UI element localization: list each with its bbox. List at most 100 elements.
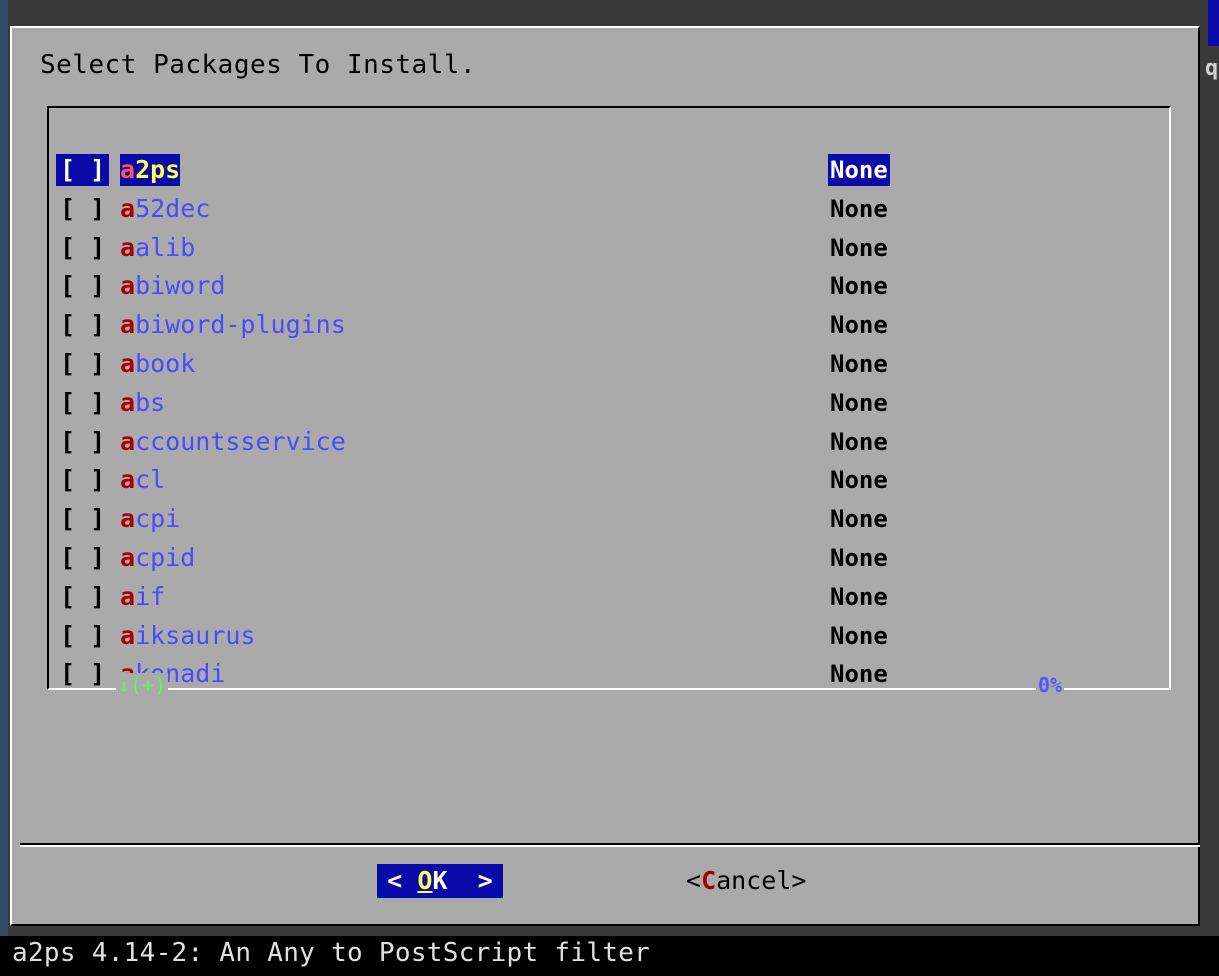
package-row[interactable]: [ ] accountsservice None bbox=[56, 426, 1156, 460]
package-hotkey: a bbox=[120, 387, 136, 417]
ok-right-bracket: > bbox=[447, 866, 493, 895]
package-name[interactable]: abook bbox=[120, 348, 195, 380]
package-status: None bbox=[830, 427, 888, 456]
package-hotkey: a bbox=[120, 465, 136, 495]
package-row[interactable]: [ ] abiword None bbox=[56, 270, 1156, 304]
package-name[interactable]: accountsservice bbox=[120, 426, 346, 458]
package-name[interactable]: aalib bbox=[120, 232, 195, 264]
package-name-rest: cpi bbox=[135, 504, 181, 534]
package-checkbox[interactable]: [ ] bbox=[56, 232, 109, 264]
package-name-rest: book bbox=[135, 349, 196, 378]
package-checkbox[interactable]: [ ] bbox=[56, 193, 109, 225]
package-name-rest: cl bbox=[135, 465, 166, 495]
package-status: None bbox=[830, 582, 888, 611]
package-status: None bbox=[830, 466, 888, 495]
package-name[interactable]: abiword-plugins bbox=[120, 309, 346, 341]
package-name[interactable]: a2ps bbox=[120, 154, 181, 186]
package-hotkey: a bbox=[120, 543, 136, 572]
package-status: None bbox=[830, 311, 888, 340]
package-name-rest: 52dec bbox=[135, 193, 211, 223]
package-hotkey: a bbox=[120, 232, 136, 262]
background-title-strip bbox=[1208, 0, 1219, 46]
cancel-hotkey: C bbox=[701, 866, 717, 895]
ok-label-rest: K bbox=[432, 866, 448, 895]
background-text: q bbox=[1205, 56, 1219, 81]
package-checkbox[interactable]: [ ] bbox=[56, 426, 109, 458]
package-checklist[interactable]: [ ] a2ps None[ ] a52dec None[ ] aalib None[ ] a… bbox=[47, 106, 1171, 690]
package-status: None bbox=[828, 154, 890, 186]
terminal-screen: q Select Packages To Install. [ ] a2ps Non… bbox=[0, 0, 1219, 976]
package-hotkey: a bbox=[120, 426, 136, 456]
package-checkbox[interactable]: [ ] bbox=[56, 658, 109, 690]
package-hotkey: a bbox=[120, 155, 136, 184]
package-name-rest: 2ps bbox=[135, 155, 181, 184]
ok-hotkey: O bbox=[417, 866, 433, 895]
scroll-percent: 0% bbox=[1036, 673, 1065, 697]
package-name[interactable]: aif bbox=[120, 581, 165, 613]
package-row[interactable]: [ ] abiword-plugins None bbox=[56, 309, 1156, 343]
package-status: None bbox=[830, 544, 888, 572]
package-checkbox[interactable]: [ ] bbox=[56, 620, 109, 652]
package-hotkey: a bbox=[120, 271, 136, 301]
package-hotkey: a bbox=[120, 193, 136, 223]
package-name[interactable]: abs bbox=[120, 387, 165, 419]
package-checkbox[interactable]: [ ] bbox=[56, 464, 109, 496]
button-separator bbox=[20, 843, 1200, 847]
package-hotkey: a bbox=[120, 620, 136, 650]
package-row[interactable]: [ ] aif None bbox=[56, 581, 1156, 615]
status-bar: a2ps 4.14-2: An Any to PostScript filter bbox=[0, 936, 1219, 976]
package-row[interactable]: [ ] a2ps None bbox=[56, 154, 1156, 188]
package-name[interactable]: acpi bbox=[120, 503, 180, 535]
scroll-down-indicator[interactable]: ↓(+) bbox=[116, 673, 169, 697]
package-checkbox[interactable]: [ ] bbox=[56, 503, 109, 535]
package-status: None bbox=[830, 194, 888, 223]
package-status: None bbox=[830, 505, 888, 534]
package-name[interactable]: a52dec bbox=[120, 193, 210, 225]
dialog-title: Select Packages To Install. bbox=[40, 50, 477, 80]
package-checkbox[interactable]: [ ] bbox=[56, 581, 109, 613]
package-description: a2ps 4.14-2: An Any to PostScript filter bbox=[12, 938, 651, 968]
package-checkbox[interactable]: [ ] bbox=[56, 348, 109, 380]
package-row[interactable]: [ ] acl None bbox=[56, 464, 1156, 498]
background-edge bbox=[0, 0, 8, 936]
cancel-left-bracket: < bbox=[686, 866, 702, 895]
package-name-rest: biword-plugins bbox=[135, 310, 346, 340]
package-name[interactable]: acpid bbox=[120, 542, 195, 574]
package-name-rest: alib bbox=[135, 232, 196, 262]
package-status: None bbox=[830, 660, 888, 689]
package-status: None bbox=[830, 621, 888, 650]
package-checkbox[interactable]: [ ] bbox=[56, 154, 110, 186]
package-row[interactable]: [ ] aalib None bbox=[56, 232, 1156, 266]
package-name-rest: iksaurus bbox=[135, 620, 256, 650]
package-row[interactable]: [ ]akonadiNone bbox=[56, 658, 1156, 692]
package-checkbox[interactable]: [ ] bbox=[56, 270, 109, 302]
package-name-rest: if bbox=[135, 581, 166, 611]
package-hotkey: a bbox=[120, 310, 136, 340]
cancel-label-rest: ancel bbox=[716, 866, 792, 895]
package-status: None bbox=[830, 388, 888, 417]
package-name-rest: biword bbox=[135, 271, 226, 301]
package-name[interactable]: acl bbox=[120, 464, 165, 496]
package-row[interactable]: [ ] abook None bbox=[56, 348, 1156, 382]
package-name-rest: ccountsservice bbox=[135, 426, 346, 456]
package-name[interactable]: abiword bbox=[120, 270, 225, 302]
package-row[interactable]: [ ] acpid None bbox=[56, 542, 1156, 576]
package-status: None bbox=[830, 233, 888, 262]
package-name-rest: bs bbox=[135, 387, 166, 417]
package-row[interactable]: [ ] abs None bbox=[56, 387, 1156, 421]
package-checkbox[interactable]: [ ] bbox=[56, 309, 109, 341]
package-name[interactable]: aiksaurus bbox=[120, 620, 255, 652]
package-checkbox[interactable]: [ ] bbox=[56, 542, 109, 574]
package-row[interactable]: [ ] a52dec None bbox=[56, 193, 1156, 227]
ok-button[interactable]: < OK > bbox=[377, 864, 503, 898]
cancel-right-bracket: > bbox=[791, 866, 807, 895]
package-row[interactable]: [ ] aiksaurus None bbox=[56, 620, 1156, 654]
package-hotkey: a bbox=[120, 349, 136, 378]
package-name-rest: cpid bbox=[135, 543, 196, 572]
package-status: None bbox=[830, 272, 888, 301]
ok-left-bracket: < bbox=[387, 866, 418, 895]
cancel-button[interactable]: <Cancel> bbox=[686, 864, 806, 898]
package-row[interactable]: [ ] acpi None bbox=[56, 503, 1156, 537]
package-hotkey: a bbox=[120, 581, 136, 611]
package-checkbox[interactable]: [ ] bbox=[56, 387, 109, 419]
